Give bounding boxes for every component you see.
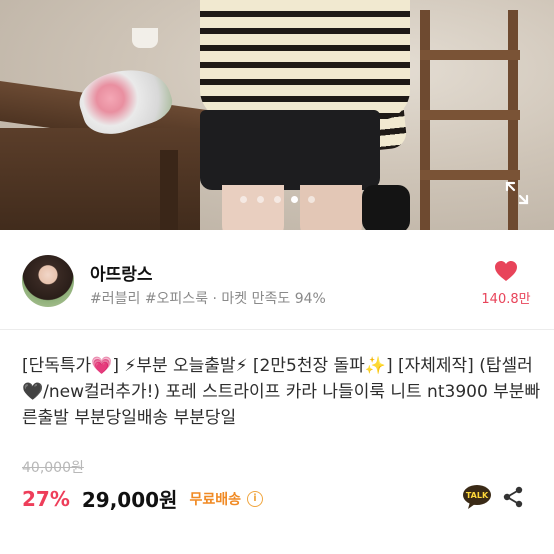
carousel-dot-active[interactable] [290,196,298,203]
carousel-indicator [0,196,554,203]
share-icon[interactable] [502,486,524,508]
price-row: 27% 29,000원 무료배송 i [22,484,263,513]
photo-table-leg [160,150,178,230]
product-title: [단독특가💗] ⚡부분 오늘출발⚡ [2만5천장 돌파✨] [자체제작] (탑셀… [22,356,541,428]
discount-rate: 27% [22,486,70,511]
sale-price: 29,000원 [81,488,178,512]
seller-avatar[interactable] [22,255,74,307]
original-price: 40,000원 [22,460,84,476]
info-icon[interactable]: i [246,490,263,507]
photo-leg [222,185,284,230]
like-button[interactable]: 140.8만 [474,260,538,307]
photo-shorts [200,110,380,190]
seller-name[interactable]: 아뜨랑스 [90,260,153,285]
shipping-badge: 무료배송 [189,491,241,508]
product-image[interactable] [0,0,554,230]
carousel-dot[interactable] [256,196,264,203]
section-divider [0,329,554,330]
talk-label: TALK [466,491,489,500]
heart-icon [495,261,517,281]
carousel-dot[interactable] [273,196,281,203]
seller-tags: #러블리 #오피스룩 · 마켓 만족도 94% [90,291,326,307]
talk-icon[interactable]: TALK [462,484,492,510]
photo-sweater [200,0,410,120]
carousel-dot[interactable] [239,196,247,203]
expand-icon[interactable] [504,180,530,206]
photo-bag [362,185,410,230]
like-count: 140.8만 [481,292,531,307]
seller-section: 아뜨랑스 #러블리 #오피스룩 · 마켓 만족도 94% 140.8만 [0,230,554,326]
photo-cup [132,28,158,48]
photo-leg [300,185,362,230]
carousel-dot[interactable] [307,196,315,203]
